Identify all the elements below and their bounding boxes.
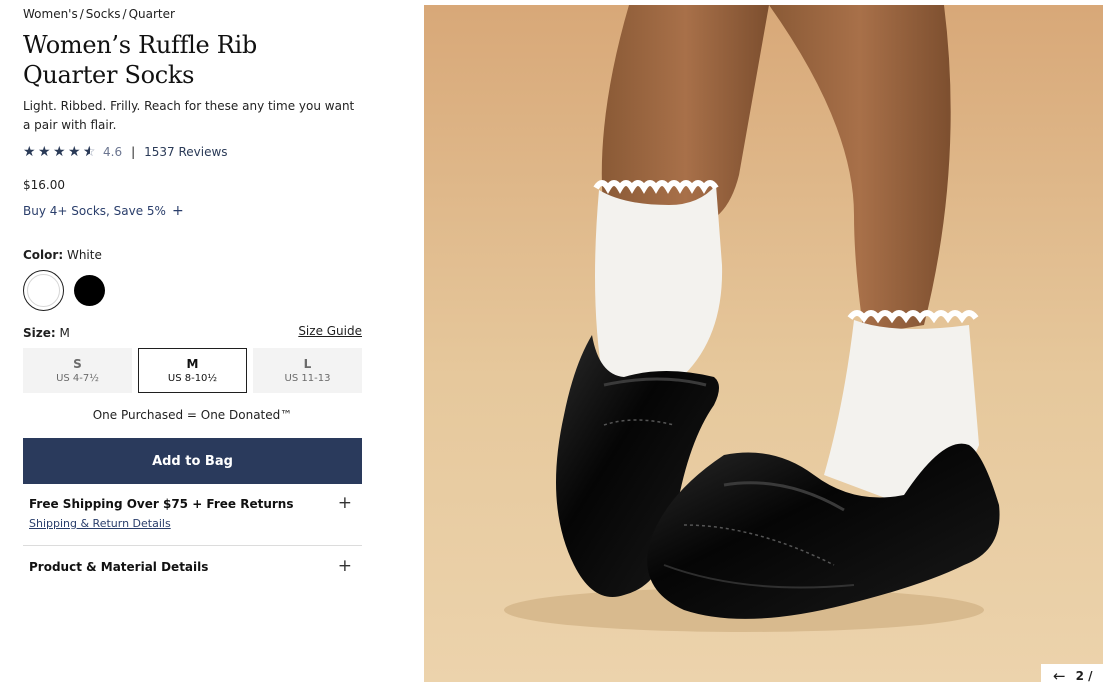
multi-buy-promo[interactable]: Buy 4+ Socks, Save 5% + xyxy=(23,203,184,219)
size-button-s[interactable]: S US 4-7½ xyxy=(23,348,132,393)
rating-row[interactable]: ★ ★ ★ ★ ☆ ★ 4.6 | 1537 Reviews xyxy=(23,143,228,161)
plus-icon[interactable]: + xyxy=(338,493,352,513)
gallery-counter: 2 / xyxy=(1076,669,1093,683)
breadcrumb: Women's / Socks / Quarter xyxy=(23,7,175,21)
plus-icon: + xyxy=(171,203,184,219)
size-button-l[interactable]: L US 11-13 xyxy=(253,348,362,393)
breadcrumb-item-socks[interactable]: Socks xyxy=(86,7,121,21)
size-range: US 11-13 xyxy=(284,372,331,384)
size-range: US 8-10½ xyxy=(167,372,218,384)
product-photo-illustration xyxy=(424,5,1103,682)
half-star-icon: ☆ ★ xyxy=(83,144,96,160)
size-range: US 4-7½ xyxy=(56,372,99,384)
accordion-shipping[interactable]: Free Shipping Over $75 + Free Returns + … xyxy=(23,492,362,546)
reviews-link[interactable]: 1537 Reviews xyxy=(144,145,227,159)
size-guide-link[interactable]: Size Guide xyxy=(298,324,362,338)
donation-note: One Purchased = One Donated™ xyxy=(92,408,293,422)
swatch-black-fill xyxy=(74,275,105,306)
prev-image-arrow-icon[interactable]: ← xyxy=(1053,667,1066,685)
product-price: $16.00 xyxy=(23,178,65,192)
accordion-shipping-title: Free Shipping Over $75 + Free Returns xyxy=(29,497,294,511)
accordion-product-details[interactable]: Product & Material Details + xyxy=(23,555,362,581)
size-name: L xyxy=(303,356,312,371)
breadcrumb-separator: / xyxy=(122,7,127,21)
product-image[interactable] xyxy=(424,5,1103,682)
gallery-pager: ← 2 / xyxy=(1041,664,1103,687)
selected-size: M xyxy=(59,326,70,340)
add-to-bag-button[interactable]: Add to Bag xyxy=(23,438,362,484)
size-label: Size: M xyxy=(23,326,70,340)
color-swatches xyxy=(23,270,110,311)
breadcrumb-item-quarter[interactable]: Quarter xyxy=(129,7,175,21)
size-name: M xyxy=(186,356,199,371)
accordion-product-details-title: Product & Material Details xyxy=(29,560,209,574)
star-rating: ★ ★ ★ ★ ☆ ★ xyxy=(23,144,97,160)
rating-value: 4.6 xyxy=(103,145,123,159)
plus-icon[interactable]: + xyxy=(338,556,352,576)
size-label-key: Size: xyxy=(23,326,56,340)
color-label-key: Color: xyxy=(23,248,64,262)
selected-color: White xyxy=(66,248,102,262)
size-button-m[interactable]: M US 8-10½ xyxy=(138,348,247,393)
swatch-white-fill xyxy=(27,274,60,307)
size-name: S xyxy=(73,356,82,371)
gallery-current: 2 xyxy=(1075,668,1084,683)
breadcrumb-separator: / xyxy=(79,7,84,21)
star-icon: ★ xyxy=(23,144,36,160)
size-options: S US 4-7½ M US 8-10½ L US 11-13 xyxy=(23,348,362,393)
star-icon: ★ xyxy=(53,144,66,160)
star-icon: ★ xyxy=(38,144,51,160)
color-label: Color: White xyxy=(23,248,102,262)
rating-divider: | xyxy=(131,145,136,159)
promo-text: Buy 4+ Socks, Save 5% xyxy=(23,204,166,218)
product-title: Women’s Ruffle Rib Quarter Socks xyxy=(23,31,257,89)
star-icon: ★ xyxy=(68,144,81,160)
breadcrumb-item-women[interactable]: Women's xyxy=(23,7,78,21)
swatch-white[interactable] xyxy=(23,270,64,311)
gallery-separator: / xyxy=(1088,668,1093,683)
swatch-black[interactable] xyxy=(69,270,110,311)
shipping-details-link[interactable]: Shipping & Return Details xyxy=(29,517,171,530)
product-description: Light. Ribbed. Frilly. Reach for these a… xyxy=(23,99,355,132)
